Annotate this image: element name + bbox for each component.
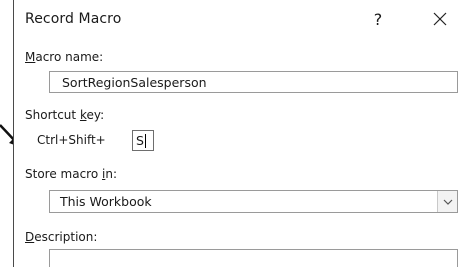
close-button[interactable] bbox=[423, 4, 457, 34]
dialog-title: Record Macro bbox=[25, 11, 122, 27]
text-caret bbox=[144, 133, 146, 148]
shortcut-key-value: S bbox=[136, 133, 144, 148]
shortcut-key-label: Shortcut key: bbox=[25, 108, 105, 122]
title-bar: Record Macro ? bbox=[14, 0, 472, 40]
description-input[interactable] bbox=[49, 249, 458, 267]
macro-name-input[interactable]: SortRegionSalesperson bbox=[49, 71, 458, 93]
macro-name-label: Macro name: bbox=[25, 50, 104, 64]
description-label: Description: bbox=[25, 230, 98, 244]
chevron-down-icon bbox=[443, 199, 452, 205]
shortcut-prefix-text: Ctrl+Shift+ bbox=[37, 133, 106, 147]
store-macro-selected-value: This Workbook bbox=[60, 194, 152, 209]
help-icon: ? bbox=[373, 9, 383, 29]
close-icon bbox=[433, 12, 447, 26]
record-macro-dialog: Record Macro ? Macro name: SortRegionSal… bbox=[13, 0, 472, 267]
macro-name-value: SortRegionSalesperson bbox=[62, 74, 207, 90]
help-button[interactable]: ? bbox=[363, 4, 393, 34]
store-macro-label: Store macro in: bbox=[25, 167, 117, 181]
dropdown-button[interactable] bbox=[437, 191, 457, 212]
shortcut-key-input[interactable]: S bbox=[132, 130, 154, 151]
store-macro-dropdown[interactable]: This Workbook bbox=[49, 190, 458, 213]
